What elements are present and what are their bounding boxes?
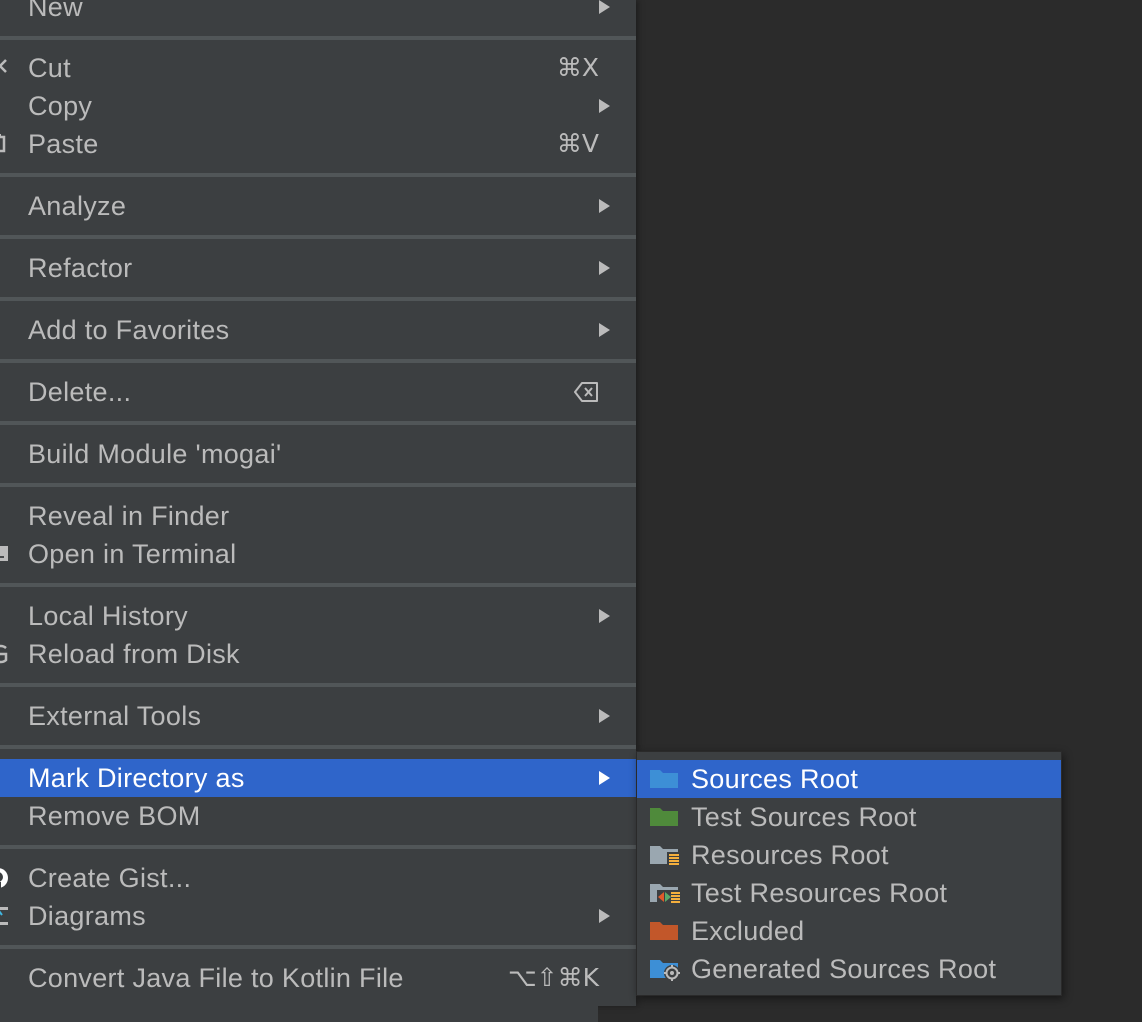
menu-item-reload-from-disk[interactable]: Reload from Disk [0, 635, 636, 673]
menu-separator [0, 683, 636, 687]
menu-item-delete[interactable]: Delete... [0, 373, 636, 411]
menu-separator [0, 845, 636, 849]
submenu-item-label: Resources Root [691, 840, 889, 870]
submenu-arrow-icon [599, 909, 610, 923]
menu-item-label: Reveal in Finder [28, 501, 230, 531]
menu-item-remove-bom[interactable]: Remove BOM [0, 797, 636, 835]
submenu-item-label: Test Resources Root [691, 878, 948, 908]
menu-separator [0, 173, 636, 177]
menu-separator [0, 483, 636, 487]
menu-item-label: Mark Directory as [28, 763, 245, 793]
submenu-item-label: Excluded [691, 916, 805, 946]
excluded-folder-icon [650, 922, 678, 940]
backspace-icon [574, 382, 598, 402]
sources-root-folder-icon [650, 770, 678, 788]
menu-separator [0, 745, 636, 749]
menu-item-label: Open in Terminal [28, 539, 237, 569]
submenu-arrow-icon [599, 0, 610, 14]
menu-item-label: Copy [28, 91, 93, 121]
submenu-item-test-resources-root[interactable]: Test Resources Root [637, 874, 1061, 912]
menu-item-local-history[interactable]: Local History [0, 597, 636, 635]
menu-item-open-in-terminal[interactable]: Open in Terminal [0, 535, 636, 573]
submenu-arrow-icon [599, 261, 610, 275]
terminal-icon [0, 546, 8, 561]
shortcut-label: ⌥⇧⌘K [507, 963, 599, 992]
submenu-arrow-icon [599, 771, 610, 785]
menu-separator [0, 583, 636, 587]
submenu-item-label: Generated Sources Root [691, 954, 997, 984]
submenu-arrow-icon [599, 609, 610, 623]
menu-item-label: Diagrams [28, 901, 146, 931]
menu-item-paste[interactable]: Paste ⌘V [0, 125, 636, 163]
menu-item-label: Remove BOM [28, 801, 201, 831]
menu-item-label: Analyze [28, 191, 127, 221]
menu-item-new[interactable]: New [0, 0, 636, 26]
menu-item-label: Refactor [28, 253, 133, 283]
menu-item-label: Delete... [28, 377, 132, 407]
menu-item-label: Create Gist... [28, 863, 192, 893]
menu-item-analyze[interactable]: Analyze [0, 187, 636, 225]
menu-item-create-gist[interactable]: Create Gist... [0, 859, 636, 897]
submenu-arrow-icon [599, 709, 610, 723]
menu-item-label: Reload from Disk [28, 639, 240, 669]
menu-item-label: External Tools [28, 701, 202, 731]
submenu-item-resources-root[interactable]: Resources Root [637, 836, 1061, 874]
test-resources-root-folder-icon [650, 884, 680, 904]
menu-item-refactor[interactable]: Refactor [0, 249, 636, 287]
context-menu: New Cut ⌘X Copy Paste ⌘V Analyze Refacto… [0, 0, 636, 1006]
background-panel [0, 1006, 598, 1022]
menu-item-cut[interactable]: Cut ⌘X [0, 49, 636, 87]
generated-sources-root-folder-icon [650, 960, 680, 981]
shortcut-label: ⌘V [556, 129, 599, 158]
submenu-item-sources-root[interactable]: Sources Root [637, 760, 1061, 798]
resources-root-folder-icon [650, 846, 680, 866]
menu-separator [0, 945, 636, 949]
menu-item-convert-java-to-kotlin[interactable]: Convert Java File to Kotlin File ⌥⇧⌘K [0, 959, 636, 997]
menu-item-external-tools[interactable]: External Tools [0, 697, 636, 735]
menu-item-label: New [28, 0, 83, 22]
mark-directory-submenu: Sources Root Test Sources Root Resources… [636, 751, 1062, 996]
submenu-item-test-sources-root[interactable]: Test Sources Root [637, 798, 1061, 836]
submenu-item-excluded[interactable]: Excluded [637, 912, 1061, 950]
test-sources-root-folder-icon [650, 808, 678, 826]
menu-item-label: Add to Favorites [28, 315, 230, 345]
reload-icon [0, 644, 8, 664]
submenu-arrow-icon [599, 199, 610, 213]
menu-item-build-module[interactable]: Build Module 'mogai' [0, 435, 636, 473]
diagram-icon [0, 907, 8, 925]
submenu-item-generated-sources-root[interactable]: Generated Sources Root [637, 950, 1061, 988]
submenu-arrow-icon [599, 323, 610, 337]
menu-item-label: Paste [28, 129, 99, 159]
github-icon [0, 868, 8, 888]
menu-separator [0, 421, 636, 425]
clipboard-icon [0, 134, 6, 153]
menu-item-copy[interactable]: Copy [0, 87, 636, 125]
menu-separator [0, 297, 636, 301]
submenu-item-label: Sources Root [691, 764, 859, 794]
menu-item-mark-directory-as[interactable]: Mark Directory as [0, 759, 636, 797]
menu-separator [0, 235, 636, 239]
menu-separator [0, 359, 636, 363]
menu-item-label: Convert Java File to Kotlin File [28, 963, 404, 993]
scissors-icon [0, 59, 7, 73]
menu-separator [0, 36, 636, 40]
submenu-item-label: Test Sources Root [691, 802, 917, 832]
menu-item-diagrams[interactable]: Diagrams [0, 897, 636, 935]
menu-item-label: Build Module 'mogai' [28, 439, 282, 469]
menu-item-reveal-in-finder[interactable]: Reveal in Finder [0, 497, 636, 535]
menu-item-add-to-favorites[interactable]: Add to Favorites [0, 311, 636, 349]
shortcut-label: ⌘X [556, 53, 599, 82]
menu-item-label: Local History [28, 601, 188, 631]
menu-item-label: Cut [28, 53, 71, 83]
submenu-arrow-icon [599, 99, 610, 113]
